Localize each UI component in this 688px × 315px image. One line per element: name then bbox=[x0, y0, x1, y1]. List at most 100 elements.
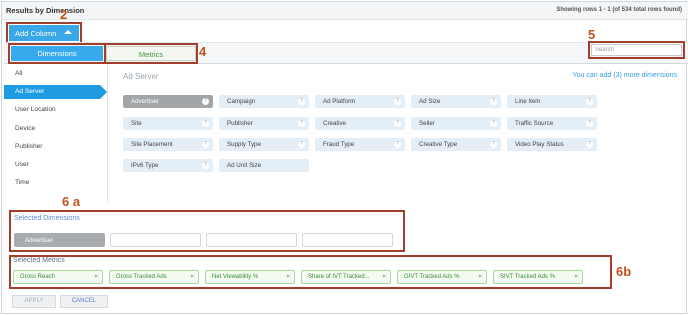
sidebar-item-label: Device bbox=[15, 125, 36, 132]
dimension-chip-traffic-source[interactable]: Traffic Source? bbox=[507, 117, 597, 130]
metric-chip-label: Share of IVT Tracked... bbox=[308, 274, 370, 280]
sidebar-item-ad-server[interactable]: Ad Server bbox=[4, 85, 107, 99]
sidebar-item-label: Ad Server bbox=[15, 88, 45, 95]
chip-label: Seller bbox=[419, 120, 435, 127]
metric-chip-label: Net Viewability % bbox=[212, 274, 259, 280]
results-header: Results by Dimension Showing rows 1 - 1 … bbox=[2, 2, 688, 20]
chip-label: Creative bbox=[323, 120, 347, 127]
dimension-chip-seller[interactable]: Seller? bbox=[411, 117, 501, 130]
metric-chip-gross-tracked-ads[interactable]: Gross Tracked Ads × bbox=[109, 270, 199, 284]
dimension-chip-site[interactable]: Site? bbox=[123, 117, 213, 130]
results-panel: Results by Dimension Showing rows 1 - 1 … bbox=[1, 1, 688, 314]
sidebar-item-user-location[interactable]: User Location bbox=[4, 103, 100, 117]
apply-button[interactable]: APPLY bbox=[12, 295, 56, 308]
dimension-chip-creative[interactable]: Creative? bbox=[315, 117, 405, 130]
chip-label: Line Item bbox=[515, 98, 541, 105]
help-icon[interactable]: ? bbox=[202, 98, 209, 105]
metric-chip-gross-reach[interactable]: Gross Reach × bbox=[13, 270, 103, 284]
close-icon[interactable]: × bbox=[574, 273, 578, 280]
sidebar-item-time[interactable]: Time bbox=[4, 176, 100, 190]
remaining-dimensions-note: You can add (3) more dimensions. bbox=[572, 72, 679, 79]
help-icon[interactable]: ? bbox=[202, 162, 209, 169]
sidebar-item-device[interactable]: Device bbox=[4, 122, 100, 136]
dimension-category-sidebar: All Ad Server User Location Device Publi… bbox=[4, 65, 108, 203]
chip-label: Publisher bbox=[227, 120, 253, 127]
help-icon[interactable]: ? bbox=[202, 141, 209, 148]
annotation-4: 4 bbox=[199, 44, 207, 59]
cancel-button[interactable]: CANCEL bbox=[60, 295, 108, 308]
dimension-chip-ad-size[interactable]: Ad Size? bbox=[411, 95, 501, 108]
metric-chip-label: Gross Reach bbox=[20, 274, 56, 280]
sidebar-item-all[interactable]: All bbox=[4, 67, 100, 81]
help-icon[interactable]: ? bbox=[202, 120, 209, 127]
dimension-chip-site-placement[interactable]: Site Placement? bbox=[123, 138, 213, 151]
close-icon[interactable]: × bbox=[286, 273, 290, 280]
dimension-chip-publisher[interactable]: Publisher? bbox=[219, 117, 309, 130]
annotation-2: 2 bbox=[60, 7, 68, 22]
close-icon[interactable]: × bbox=[190, 273, 194, 280]
help-icon[interactable]: ? bbox=[586, 120, 593, 127]
sidebar-item-label: All bbox=[15, 70, 23, 77]
sidebar-item-label: User bbox=[15, 161, 29, 168]
metric-chip-givt-tracked-ads[interactable]: GIVT Tracked Ads % × bbox=[397, 270, 487, 284]
sidebar-item-label: Publisher bbox=[15, 143, 43, 150]
chip-label: Site Placement bbox=[131, 141, 173, 148]
chip-label: Creative Type bbox=[419, 141, 458, 148]
help-icon[interactable]: ? bbox=[490, 141, 497, 148]
selected-dimension-slot[interactable] bbox=[110, 233, 201, 247]
dimension-chip-ad-unit-size[interactable]: Ad Unit Size bbox=[219, 159, 309, 172]
help-icon[interactable]: ? bbox=[490, 120, 497, 127]
chip-label: Ad Platform bbox=[323, 98, 356, 105]
chip-label: Ad Unit Size bbox=[227, 162, 262, 169]
dimension-chip-campaign[interactable]: Campaign? bbox=[219, 95, 309, 108]
section-heading: Ad Server bbox=[123, 72, 159, 81]
dimension-chip-video-play-status[interactable]: Video Play Status? bbox=[507, 138, 597, 151]
sidebar-item-publisher[interactable]: Publisher bbox=[4, 140, 100, 154]
metric-chip-label: Gross Tracked Ads bbox=[116, 274, 167, 280]
chip-label: Traffic Source bbox=[515, 120, 554, 127]
dimension-chip-supply-type[interactable]: Supply Type? bbox=[219, 138, 309, 151]
selected-metrics-panel: Selected Metrics Gross Reach × Gross Trac… bbox=[9, 255, 612, 289]
metric-chip-sivt-tracked-ads[interactable]: SIVT Tracked Ads % × bbox=[493, 270, 583, 284]
dimension-chip-creative-type[interactable]: Creative Type? bbox=[411, 138, 501, 151]
selected-dimension-slot[interactable] bbox=[206, 233, 297, 247]
results-title: Results by Dimension bbox=[6, 6, 85, 15]
help-icon[interactable]: ? bbox=[394, 120, 401, 127]
dimension-chip-line-item[interactable]: Line Item? bbox=[507, 95, 597, 108]
dimension-chip-fraud-type[interactable]: Fraud Type? bbox=[315, 138, 405, 151]
sidebar-item-user[interactable]: User bbox=[4, 158, 100, 172]
selected-dimension-slot[interactable] bbox=[302, 233, 393, 247]
dimension-chip-advertiser[interactable]: Advertiser? bbox=[123, 95, 213, 108]
sidebar-item-label: User Location bbox=[15, 106, 56, 113]
close-icon[interactable]: × bbox=[478, 273, 482, 280]
help-icon[interactable]: ? bbox=[586, 98, 593, 105]
close-icon[interactable]: × bbox=[382, 273, 386, 280]
help-icon[interactable]: ? bbox=[394, 98, 401, 105]
selected-metrics-label: Selected Metrics bbox=[13, 257, 65, 264]
help-icon[interactable]: ? bbox=[490, 98, 497, 105]
dimension-chip-ipv6-type[interactable]: IPv6 Type? bbox=[123, 159, 213, 172]
help-icon[interactable]: ? bbox=[298, 98, 305, 105]
annotation-box-add-column bbox=[6, 22, 82, 44]
metric-chip-share-of-ivt[interactable]: Share of IVT Tracked... × bbox=[301, 270, 391, 284]
help-icon[interactable]: ? bbox=[298, 120, 305, 127]
rows-status: Showing rows 1 - 1 (of 534 total rows fo… bbox=[556, 7, 682, 13]
selected-dimensions-panel: Selected Dimensions Advertiser bbox=[9, 210, 405, 252]
help-icon[interactable]: ? bbox=[394, 141, 401, 148]
help-icon[interactable]: ? bbox=[298, 141, 305, 148]
selected-dimension-slot[interactable]: Advertiser bbox=[14, 233, 105, 247]
metric-chip-label: GIVT Tracked Ads % bbox=[404, 274, 460, 280]
annotation-box-dimensions bbox=[8, 43, 106, 64]
annotation-box-search bbox=[588, 41, 685, 59]
annotation-6a: 6 a bbox=[62, 194, 81, 209]
dimension-chip-ad-platform[interactable]: Ad Platform? bbox=[315, 95, 405, 108]
chip-label: Campaign bbox=[227, 98, 256, 105]
chip-label: Fraud Type bbox=[323, 141, 355, 148]
chip-label: Advertiser bbox=[131, 98, 159, 105]
dimension-picker: Ad Server You can add (3) more dimension… bbox=[109, 65, 688, 203]
chip-label: Video Play Status bbox=[515, 141, 564, 148]
chip-label: Ad Size bbox=[419, 98, 441, 105]
close-icon[interactable]: × bbox=[94, 273, 98, 280]
help-icon[interactable]: ? bbox=[586, 141, 593, 148]
metric-chip-net-viewability[interactable]: Net Viewability % × bbox=[205, 270, 295, 284]
